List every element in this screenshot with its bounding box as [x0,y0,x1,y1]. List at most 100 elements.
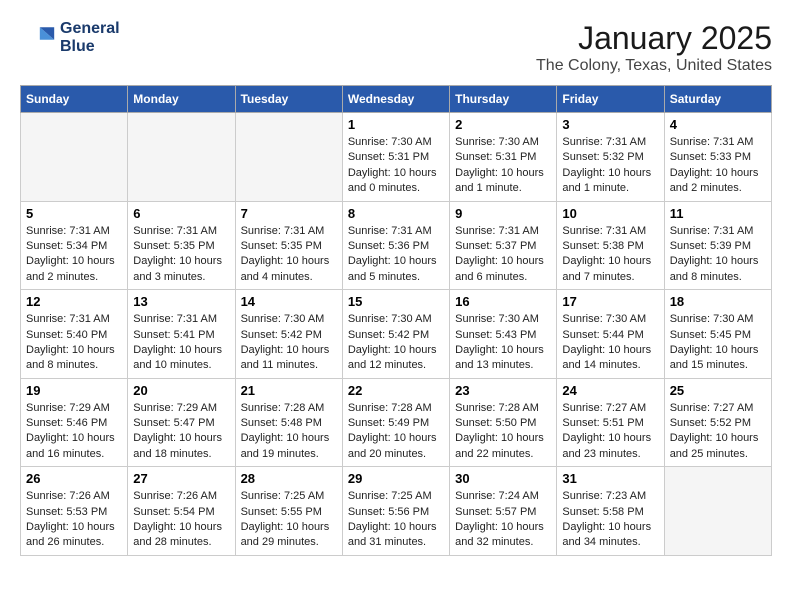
calendar-cell: 2Sunrise: 7:30 AMSunset: 5:31 PMDaylight… [450,113,557,202]
daylight-label: Daylight: 10 hours and 8 minutes. [26,344,115,371]
sunrise-label: Sunrise: 7:31 AM [26,225,110,237]
calendar-cell: 23Sunrise: 7:28 AMSunset: 5:50 PMDayligh… [450,378,557,467]
calendar-cell [664,467,771,556]
sunset-label: Sunset: 5:56 PM [348,506,429,518]
day-info: Sunrise: 7:26 AM Sunset: 5:53 PM Daylight:… [26,489,122,551]
sunset-label: Sunset: 5:36 PM [348,240,429,252]
calendar-cell [21,113,128,202]
day-number: 21 [241,383,337,398]
weekday-header: Friday [557,86,664,113]
sunset-label: Sunset: 5:50 PM [455,417,536,429]
sunrise-label: Sunrise: 7:31 AM [670,225,754,237]
day-number: 7 [241,206,337,221]
calendar-cell: 20Sunrise: 7:29 AMSunset: 5:47 PMDayligh… [128,378,235,467]
day-number: 15 [348,294,444,309]
logo-text: General Blue [60,20,120,56]
day-number: 9 [455,206,551,221]
weekday-header: Tuesday [235,86,342,113]
day-info: Sunrise: 7:29 AMSunset: 5:46 PMDaylight:… [26,401,122,463]
daylight-label: Daylight: 10 hours and 31 minutes. [348,521,437,548]
daylight-label: Daylight: 10 hours and 20 minutes. [348,432,437,459]
day-info: Sunrise: 7:30 AMSunset: 5:43 PMDaylight:… [455,312,551,374]
sunrise-label: Sunrise: 7:30 AM [348,313,432,325]
weekday-header: Thursday [450,86,557,113]
sunset-label: Sunset: 5:31 PM [455,151,536,163]
sunrise-label: Sunrise: 7:28 AM [348,402,432,414]
daylight-label: Daylight: 10 hours and 29 minutes. [241,521,330,548]
sunset-label: Sunset: 5:53 PM [26,506,107,518]
day-number: 26 [26,471,122,486]
sunset-label: Sunset: 5:31 PM [348,151,429,163]
calendar-cell: 11Sunrise: 7:31 AMSunset: 5:39 PMDayligh… [664,201,771,290]
daylight-label: Daylight: 10 hours and 26 minutes. [26,521,115,548]
sunset-label: Sunset: 5:38 PM [562,240,643,252]
calendar-week-row: 12Sunrise: 7:31 AMSunset: 5:40 PMDayligh… [21,290,772,379]
calendar-cell: 22 Sunrise: 7:28 AM Sunset: 5:49 PM Dayligh… [342,378,449,467]
daylight-label: Daylight: 10 hours and 1 minute. [455,167,544,194]
sunrise-label: Sunrise: 7:29 AM [26,402,110,414]
sunset-label: Sunset: 5:49 PM [348,417,429,429]
day-number: 20 [133,383,229,398]
sunrise-label: Sunrise: 7:25 AM [241,490,325,502]
day-info: Sunrise: 7:30 AMSunset: 5:44 PMDaylight:… [562,312,658,374]
daylight-label: Daylight: 10 hours and 15 minutes. [670,344,759,371]
calendar-cell [235,113,342,202]
title-area: January 2025 The Colony, Texas, United S… [536,20,772,75]
weekday-header: Sunday [21,86,128,113]
sunset-label: Sunset: 5:42 PM [241,329,322,341]
sunrise-label: Sunrise: 7:31 AM [133,225,217,237]
day-info: Sunrise: 7:30 AMSunset: 5:31 PMDaylight:… [455,135,551,197]
day-info: Sunrise: 7:28 AM Sunset: 5:49 PM Daylight:… [348,401,444,463]
sunrise-label: Sunrise: 7:26 AM [133,490,217,502]
calendar-cell: 4Sunrise: 7:31 AMSunset: 5:33 PMDaylight… [664,113,771,202]
daylight-label: Daylight: 10 hours and 7 minutes. [562,255,651,282]
day-number: 13 [133,294,229,309]
sunrise-label: Sunrise: 7:29 AM [133,402,217,414]
calendar-cell: 6Sunrise: 7:31 AMSunset: 5:35 PMDaylight… [128,201,235,290]
calendar-cell: 9 Sunrise: 7:31 AMSunset: 5:37 PMDaylight… [450,201,557,290]
calendar-cell: 18Sunrise: 7:30 AMSunset: 5:45 PMDayligh… [664,290,771,379]
daylight-label: Daylight: 10 hours and 16 minutes. [26,432,115,459]
daylight-label: Daylight: 10 hours and 0 minutes. [348,167,437,194]
sunset-label: Sunset: 5:58 PM [562,506,643,518]
day-info: Sunrise: 7:24 AMSunset: 5:57 PMDaylight:… [455,489,551,551]
daylight-label: Daylight: 10 hours and 11 minutes. [241,344,330,371]
day-info: Sunrise: 7:30 AMSunset: 5:31 PMDaylight:… [348,135,444,197]
sunrise-label: Sunrise: 7:31 AM [562,225,646,237]
daylight-label: Daylight: 10 hours and 6 minutes. [455,255,544,282]
day-number: 27 [133,471,229,486]
day-info: Sunrise: 7:31 AMSunset: 5:41 PMDaylight:… [133,312,229,374]
calendar-cell: 1Sunrise: 7:30 AMSunset: 5:31 PMDaylight… [342,113,449,202]
daylight-label: Daylight: 10 hours and 34 minutes. [562,521,651,548]
sunrise-label: Sunrise: 7:26 AM [26,490,110,502]
day-info: Sunrise: 7:31 AMSunset: 5:40 PMDaylight:… [26,312,122,374]
sunset-label: Sunset: 5:45 PM [670,329,751,341]
calendar-cell: 12Sunrise: 7:31 AMSunset: 5:40 PMDayligh… [21,290,128,379]
sunset-label: Sunset: 5:34 PM [26,240,107,252]
day-info: Sunrise: 7:25 AMSunset: 5:56 PMDaylight:… [348,489,444,551]
calendar-cell: 25Sunrise: 7:27 AMSunset: 5:52 PMDayligh… [664,378,771,467]
sunrise-label: Sunrise: 7:23 AM [562,490,646,502]
sunrise-label: Sunrise: 7:24 AM [455,490,539,502]
day-info: Sunrise: 7:27 AMSunset: 5:51 PMDaylight:… [562,401,658,463]
daylight-label: Daylight: 10 hours and 2 minutes. [26,255,115,282]
daylight-label: Daylight: 10 hours and 22 minutes. [455,432,544,459]
calendar-cell: 8Sunrise: 7:31 AMSunset: 5:36 PMDaylight… [342,201,449,290]
logo-icon [20,20,56,56]
weekday-header: Wednesday [342,86,449,113]
day-info: Sunrise: 7:26 AMSunset: 5:54 PMDaylight:… [133,489,229,551]
calendar-cell [128,113,235,202]
daylight-label: Daylight: 10 hours and 10 minutes. [133,344,222,371]
day-info: Sunrise: 7:31 AMSunset: 5:37 PMDaylight:… [455,224,551,286]
day-number: 18 [670,294,766,309]
sunset-label: Sunset: 5:41 PM [133,329,214,341]
sunrise-label: Sunrise: 7:31 AM [241,225,325,237]
sunset-label: Sunset: 5:43 PM [455,329,536,341]
day-number: 22 [348,383,444,398]
day-number: 28 [241,471,337,486]
sunrise-label: Sunrise: 7:27 AM [670,402,754,414]
calendar-cell: 17Sunrise: 7:30 AMSunset: 5:44 PMDayligh… [557,290,664,379]
sunset-label: Sunset: 5:42 PM [348,329,429,341]
day-number: 6 [133,206,229,221]
daylight-label: Daylight: 10 hours and 1 minute. [562,167,651,194]
